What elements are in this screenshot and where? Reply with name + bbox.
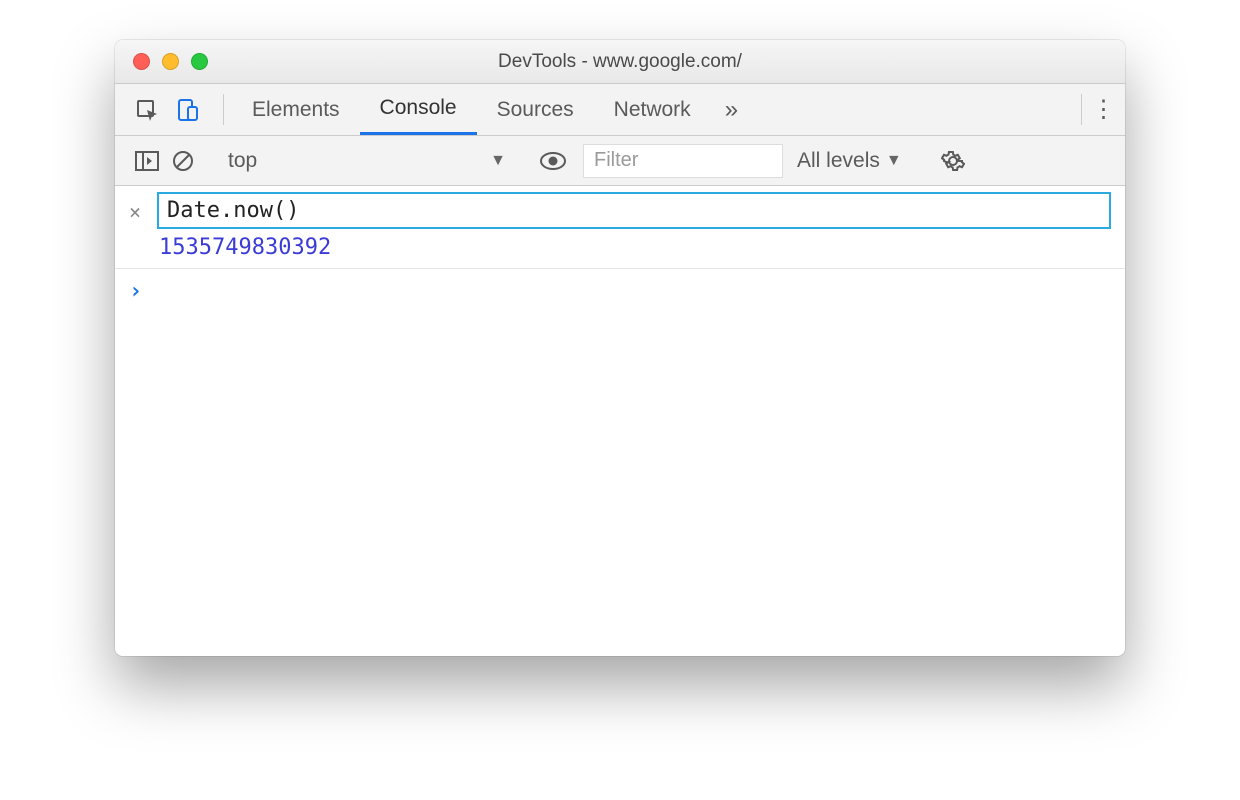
devtools-menu-button[interactable]: ⋮ — [1081, 94, 1125, 125]
device-toolbar-icon[interactable] — [169, 92, 205, 128]
inspect-element-icon[interactable] — [129, 92, 165, 128]
window-title: DevTools - www.google.com/ — [115, 51, 1125, 73]
eager-result: 1535749830392 — [159, 229, 1111, 260]
levels-label: All levels — [797, 149, 880, 173]
log-levels-selector[interactable]: All levels ▼ — [783, 149, 916, 173]
filter-input[interactable]: Filter — [583, 144, 783, 178]
clear-console-icon[interactable] — [165, 143, 201, 179]
console-prompt[interactable]: › — [115, 269, 1125, 314]
devtools-window: DevTools - www.google.com/ Elements Cons… — [115, 40, 1125, 656]
sidebar-toggle-icon[interactable] — [129, 143, 165, 179]
chevron-right-icon: › — [129, 279, 142, 304]
eager-input[interactable]: Date.now() — [157, 192, 1111, 229]
tab-network[interactable]: Network — [594, 84, 711, 135]
devtools-tabbar: Elements Console Sources Network » ⋮ — [115, 84, 1125, 136]
titlebar: DevTools - www.google.com/ — [115, 40, 1125, 84]
context-selector[interactable]: top ▼ — [218, 149, 518, 173]
tab-elements[interactable]: Elements — [232, 84, 360, 135]
tabs-overflow-button[interactable]: » — [711, 84, 752, 135]
console-output: × Date.now() 1535749830392 › — [115, 186, 1125, 656]
tab-console[interactable]: Console — [360, 84, 477, 135]
close-icon[interactable]: × — [129, 200, 147, 224]
dropdown-icon: ▼ — [490, 152, 506, 170]
dropdown-icon: ▼ — [886, 152, 902, 170]
context-label: top — [228, 149, 257, 173]
panel-tabs: Elements Console Sources Network — [232, 84, 711, 135]
console-settings-icon[interactable] — [933, 149, 973, 173]
filter-placeholder: Filter — [594, 149, 638, 172]
console-toolbar: top ▼ Filter All levels ▼ — [115, 136, 1125, 186]
live-expression-icon[interactable] — [535, 143, 571, 179]
tab-sources[interactable]: Sources — [477, 84, 594, 135]
eager-evaluation-entry: × Date.now() 1535749830392 — [115, 186, 1125, 269]
